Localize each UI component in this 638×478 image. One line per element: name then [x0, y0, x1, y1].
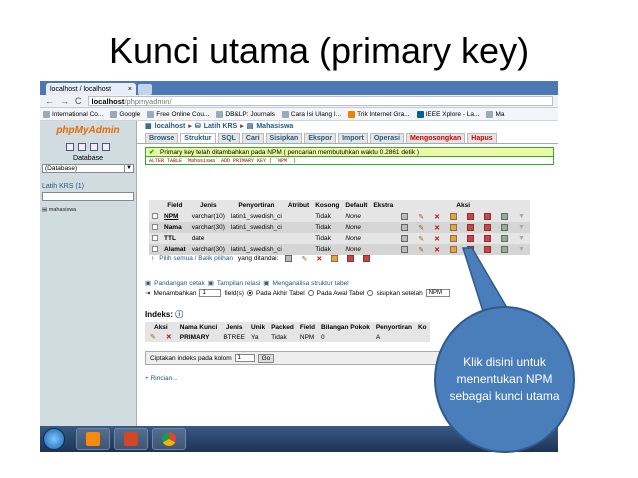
callout-text: Klik disini untuk menentukan NPM sebagai… [449, 355, 560, 403]
callout-bubble: Klik disini untuk menentukan NPM sebagai… [434, 306, 575, 453]
